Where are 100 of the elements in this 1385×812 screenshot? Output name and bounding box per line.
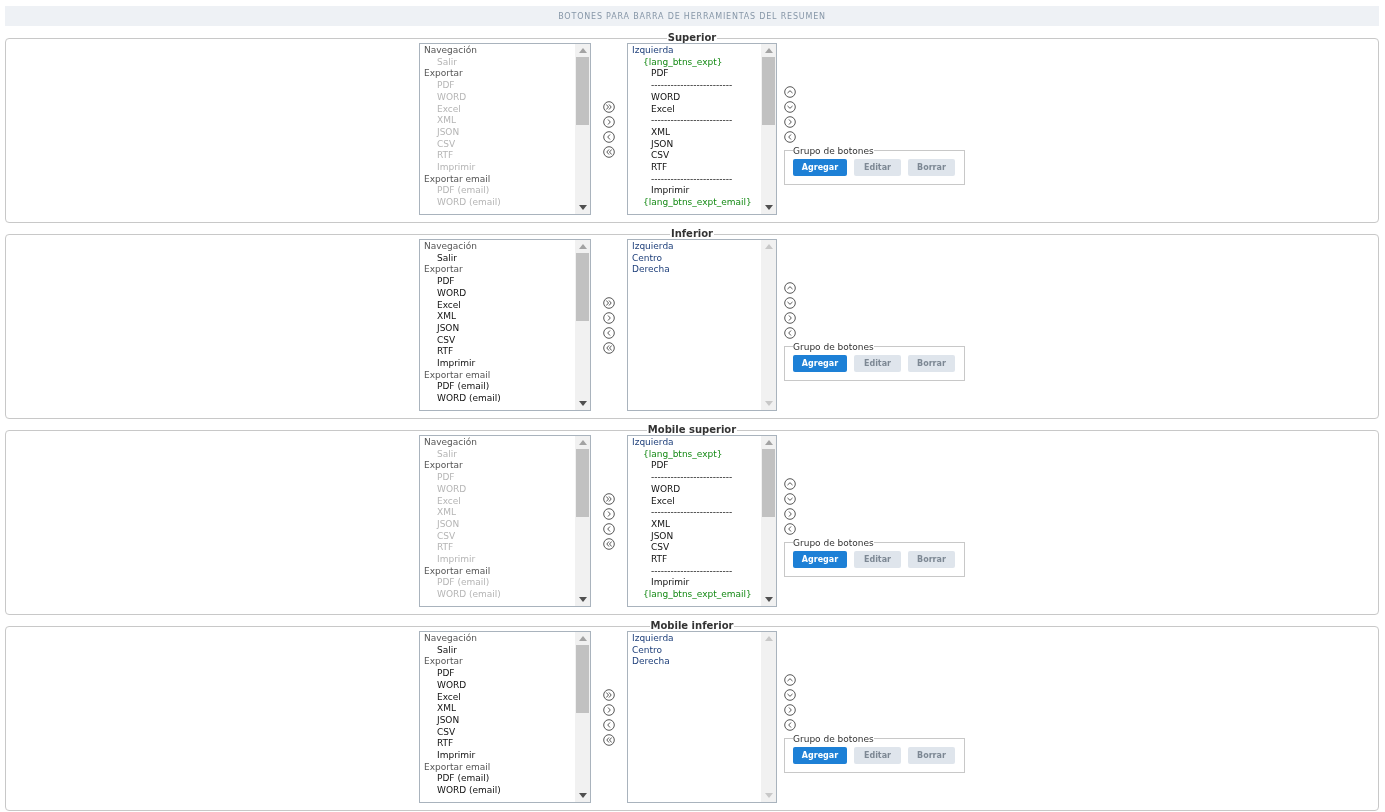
chevron-left-icon[interactable] [603,522,615,535]
chevron-right-icon[interactable] [603,311,615,324]
add-button[interactable]: Agregar [793,550,847,568]
selected-list[interactable]: Izquierda Centro Derecha [627,631,777,803]
list-item[interactable]: Imprimir [632,185,757,198]
list-item[interactable]: WORD [632,483,757,496]
double-right-icon[interactable] [603,100,615,113]
chevron-right-icon[interactable] [784,115,796,128]
list-item[interactable]: PDF [424,276,571,288]
chevron-up-icon[interactable] [784,477,796,490]
scrollbar[interactable] [575,632,590,802]
scroll-down-icon[interactable] [764,597,773,602]
list-item[interactable]: CSV [424,726,571,739]
chevron-left-icon[interactable] [784,326,796,339]
scroll-down-icon[interactable] [578,793,587,798]
list-item[interactable]: Excel [424,691,571,704]
chevron-up-icon[interactable] [784,673,796,686]
list-item[interactable]: Izquierda [632,241,757,253]
scroll-down-icon[interactable] [578,205,587,210]
list-item[interactable]: {lang_btns_expt_email} [632,197,757,209]
double-left-icon[interactable] [603,733,615,746]
list-item[interactable]: Imprimir [424,750,571,762]
list-item[interactable]: Excel [632,495,757,508]
list-item[interactable]: Centro [632,644,757,657]
list-item[interactable]: JSON [632,530,757,543]
chevron-right-icon[interactable] [603,115,615,128]
list-item[interactable]: Imprimir [424,358,571,370]
chevron-right-icon[interactable] [784,311,796,324]
list-item[interactable]: PDF [632,68,757,81]
list-item[interactable]: RTF [632,554,757,566]
list-item[interactable]: PDF (email) [424,773,571,786]
scroll-down-icon[interactable] [578,401,587,406]
selected-list[interactable]: Izquierda {lang_btns_expt} PDF ------------------------- WORD Excel ------------------------- XML JSON CSV RTF ------------------------- Imprimir {lang_btns_expt_email} [627,43,777,215]
double-left-icon[interactable] [603,537,615,550]
double-left-icon[interactable] [603,341,615,354]
list-item[interactable]: Centro [632,252,757,265]
list-item[interactable]: WORD (email) [424,393,571,405]
list-item[interactable]: Excel [424,299,571,312]
chevron-up-icon[interactable] [784,85,796,98]
list-item[interactable]: JSON [424,322,571,335]
list-item[interactable]: Salir [424,644,571,657]
chevron-down-icon[interactable] [784,492,796,505]
chevron-up-icon[interactable] [784,281,796,294]
list-item[interactable]: CSV [632,150,757,163]
chevron-left-icon[interactable] [603,130,615,143]
list-item[interactable]: RTF [424,738,571,751]
list-item[interactable]: Imprimir [632,577,757,590]
list-item[interactable]: WORD [632,91,757,104]
list-item[interactable]: JSON [424,714,571,727]
chevron-down-icon[interactable] [784,688,796,701]
list-item[interactable]: WORD (email) [424,785,571,797]
chevron-left-icon[interactable] [603,718,615,731]
chevron-left-icon[interactable] [784,522,796,535]
list-item[interactable]: Izquierda [632,45,757,57]
add-button[interactable]: Agregar [793,158,847,176]
list-item[interactable]: Izquierda [632,437,757,449]
scrollbar[interactable] [761,44,776,214]
selected-list[interactable]: Izquierda Centro Derecha [627,239,777,411]
list-item[interactable]: {lang_btns_expt_email} [632,589,757,601]
scrollbar[interactable] [575,240,590,410]
scrollbar[interactable] [575,44,590,214]
list-item[interactable]: CSV [424,334,571,347]
list-item[interactable]: WORD [424,287,571,300]
scrollbar[interactable] [761,436,776,606]
list-item[interactable]: {lang_btns_expt} [632,448,757,461]
list-item[interactable]: PDF [632,460,757,473]
scrollbar[interactable] [575,436,590,606]
list-item[interactable]: PDF [424,668,571,680]
list-item[interactable]: XML [632,518,757,531]
chevron-right-icon[interactable] [784,507,796,520]
list-item[interactable]: XML [632,126,757,139]
double-left-icon[interactable] [603,145,615,158]
list-item[interactable]: Izquierda [632,633,757,645]
available-list[interactable]: Navegación Salir Exportar PDF WORD Excel XML JSON CSV RTF Imprimir Exportar email PDF (email) WORD (email) [419,631,591,803]
chevron-left-icon[interactable] [784,718,796,731]
list-item[interactable]: {lang_btns_expt} [632,56,757,69]
list-item[interactable]: Derecha [632,264,757,277]
chevron-down-icon[interactable] [784,100,796,113]
selected-list[interactable]: Izquierda {lang_btns_expt} PDF ------------------------- WORD Excel ------------------------- XML JSON CSV RTF ------------------------- Imprimir {lang_btns_expt_email} [627,435,777,607]
chevron-left-icon[interactable] [603,326,615,339]
list-item[interactable]: XML [424,311,571,323]
scroll-down-icon[interactable] [764,205,773,210]
list-item[interactable]: WORD [424,679,571,692]
add-button[interactable]: Agregar [793,354,847,372]
list-item[interactable]: Salir [424,252,571,265]
list-item[interactable]: RTF [424,346,571,359]
chevron-right-icon[interactable] [784,703,796,716]
chevron-down-icon[interactable] [784,296,796,309]
list-item[interactable]: XML [424,703,571,715]
chevron-left-icon[interactable] [784,130,796,143]
chevron-right-icon[interactable] [603,703,615,716]
double-right-icon[interactable] [603,688,615,701]
scroll-down-icon[interactable] [578,597,587,602]
chevron-right-icon[interactable] [603,507,615,520]
list-item[interactable]: JSON [632,138,757,151]
list-item[interactable]: Excel [632,103,757,116]
list-item[interactable]: CSV [632,542,757,555]
double-right-icon[interactable] [603,492,615,505]
double-right-icon[interactable] [603,296,615,309]
list-item[interactable]: PDF (email) [424,381,571,394]
